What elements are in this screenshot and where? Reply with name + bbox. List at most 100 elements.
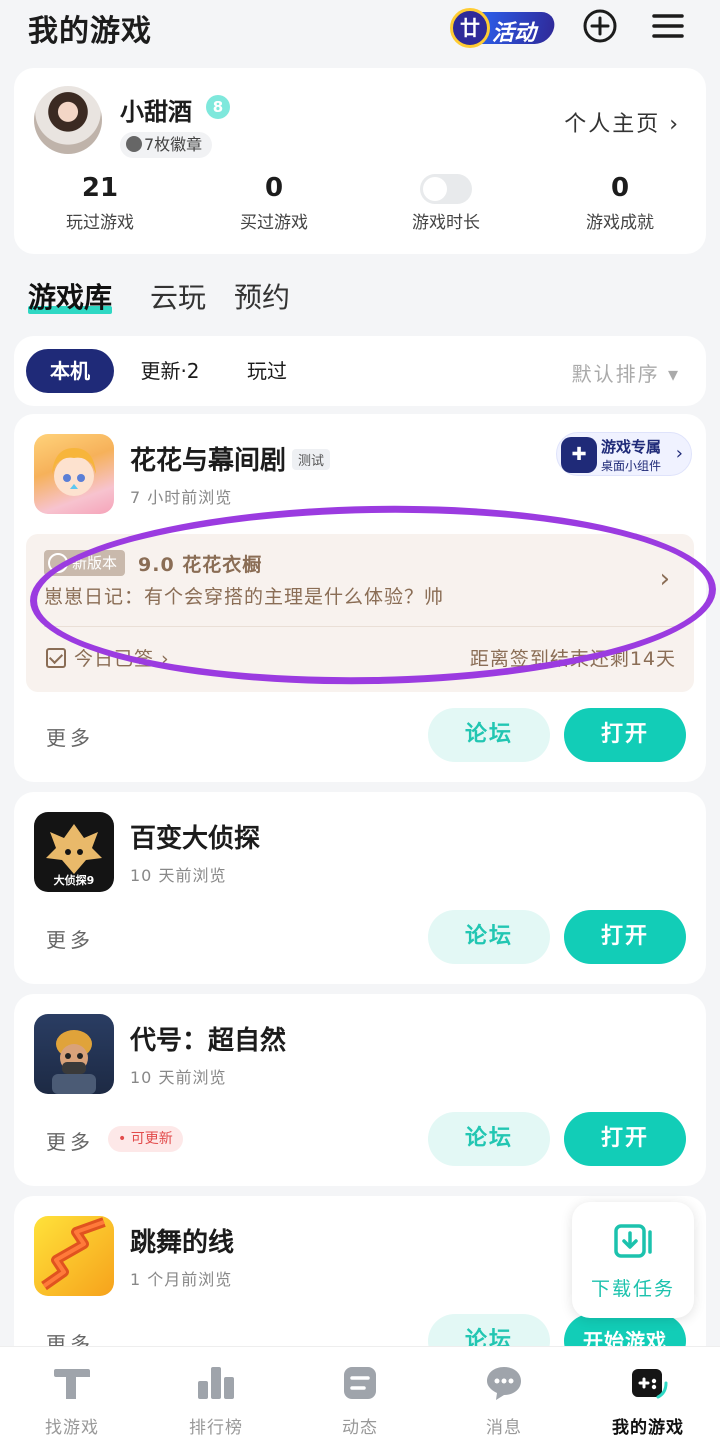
game-name[interactable]: 花花与幕间剧 测试 <box>130 440 331 477</box>
game-icon[interactable]: 大侦探9 <box>34 812 114 892</box>
add-icon[interactable] <box>582 8 618 44</box>
update-available-badge: • 可更新 <box>108 1126 183 1152</box>
activity-button[interactable]: 廿 活动 <box>450 4 558 48</box>
filter-bar: 本机 更新·2 玩过 默认排序 ▾ <box>14 336 706 406</box>
last-viewed: 10 天前浏览 <box>130 866 227 885</box>
tab-reservations[interactable]: 预约 <box>234 276 290 316</box>
activity-icon: 廿 <box>450 8 490 48</box>
clock-icon <box>48 553 68 573</box>
forum-button[interactable]: 论坛 <box>428 1112 550 1166</box>
download-tasks-button[interactable]: 下载任务 <box>572 1202 694 1318</box>
game-title: 花花与幕间剧 <box>130 446 287 476</box>
desktop-widget-button[interactable]: ✚ 游戏专属 桌面小组件 › <box>556 432 692 476</box>
signin-label: 今日已签 › <box>74 648 170 670</box>
stat-label: 买过游戏 <box>240 213 308 233</box>
game-icon[interactable] <box>34 434 114 514</box>
game-title[interactable]: 百变大侦探 <box>130 818 260 855</box>
medals-label: 7枚徽章 <box>144 135 203 154</box>
open-button[interactable]: 打开 <box>564 708 686 762</box>
stat-achievements[interactable]: 0 游戏成就 <box>540 172 700 233</box>
more-button[interactable]: 更多 <box>46 722 94 751</box>
more-button[interactable]: 更多 <box>46 924 94 953</box>
stat-label: 游戏时长 <box>412 213 480 233</box>
game-card: 花花与幕间剧 测试 7 小时前浏览 ✚ 游戏专属 桌面小组件 › 新版本 9.0 … <box>14 414 706 782</box>
tab-game-library[interactable]: 游戏库 <box>28 276 113 316</box>
nav-label: 找游戏 <box>45 1418 99 1438</box>
game-title[interactable]: 跳舞的线 <box>130 1222 234 1259</box>
gamepad-icon: ✚ <box>561 437 597 473</box>
news-title: 9.0 花花衣橱 <box>138 554 263 576</box>
nav-label: 动态 <box>342 1418 378 1438</box>
feed-icon <box>344 1367 376 1399</box>
nav-ranking[interactable]: 排行榜 <box>144 1347 288 1448</box>
stat-playtime[interactable]: 游戏时长 <box>366 172 526 233</box>
nav-label: 我的游戏 <box>612 1418 684 1438</box>
profile-home-link[interactable]: 个人主页 › <box>564 106 680 138</box>
filter-local[interactable]: 本机 <box>26 349 114 393</box>
medal-icon <box>126 136 142 152</box>
playtime-toggle-wrap <box>366 172 526 204</box>
menu-icon[interactable] <box>650 8 686 44</box>
signin-remaining: 距离签到结束还剩14天 <box>469 648 676 670</box>
avatar[interactable] <box>34 86 102 154</box>
nav-find-game[interactable]: 找游戏 <box>0 1347 144 1448</box>
level-badge: 8 <box>206 95 230 119</box>
game-icon[interactable] <box>34 1014 114 1094</box>
last-viewed: 10 天前浏览 <box>130 1068 227 1087</box>
playtime-toggle[interactable] <box>420 174 472 204</box>
nav-my-games[interactable]: 我的游戏 <box>576 1347 720 1448</box>
stat-label: 游戏成就 <box>586 213 654 233</box>
forum-button[interactable]: 论坛 <box>428 708 550 762</box>
divider <box>44 626 676 627</box>
test-tag: 测试 <box>292 449 331 470</box>
icon-caption: 大侦探9 <box>53 874 95 887</box>
dancing-line-icon <box>41 1217 106 1291</box>
game-card: 大侦探9 百变大侦探 10 天前浏览 更多 论坛 打开 <box>14 792 706 984</box>
new-version-label: 新版本 <box>72 554 118 572</box>
forum-button[interactable]: 论坛 <box>428 910 550 964</box>
nav-feed[interactable]: 动态 <box>288 1347 432 1448</box>
signin-link[interactable]: 今日已签 › <box>46 644 170 671</box>
chevron-right-icon: › <box>659 564 670 594</box>
filter-played[interactable]: 玩过 <box>226 349 308 393</box>
ranking-icon <box>198 1367 234 1399</box>
medals-button[interactable]: 7枚徽章 <box>120 132 213 158</box>
tab-cloud-play[interactable]: 云玩 <box>150 276 206 316</box>
new-version-tag: 新版本 <box>44 550 126 576</box>
game-title[interactable]: 代号：超自然 <box>130 1020 286 1057</box>
toggle-knob <box>423 177 447 201</box>
find-game-icon <box>54 1369 90 1399</box>
filter-updates[interactable]: 更新·2 <box>126 349 214 393</box>
game-icon[interactable] <box>34 1216 114 1296</box>
nav-label: 排行榜 <box>189 1418 243 1438</box>
message-icon <box>487 1367 521 1400</box>
last-viewed: 7 小时前浏览 <box>130 488 233 507</box>
widget-title: 游戏专属 <box>601 438 662 456</box>
news-box[interactable]: 新版本 9.0 花花衣橱 崽崽日记：有个会穿搭的主理是什么体验？帅 › 今日已签… <box>26 534 694 692</box>
masked-figure-icon <box>52 1030 96 1094</box>
open-button[interactable]: 打开 <box>564 1112 686 1166</box>
profile-card: 小甜酒 8 7枚徽章 个人主页 › 21 玩过游戏 0 买过游戏 游戏时长 0 … <box>14 68 706 254</box>
last-viewed: 1 个月前浏览 <box>130 1270 233 1289</box>
news-description: 崽崽日记：有个会穿搭的主理是什么体验？帅 <box>44 586 445 608</box>
username[interactable]: 小甜酒 <box>120 92 192 127</box>
nav-label: 消息 <box>486 1418 522 1438</box>
stat-bought[interactable]: 0 买过游戏 <box>194 172 354 233</box>
more-button[interactable]: 更多 <box>46 1126 94 1155</box>
checkbox-icon <box>46 648 66 668</box>
stat-value: 0 <box>264 173 284 203</box>
open-button[interactable]: 打开 <box>564 910 686 964</box>
download-icon <box>614 1224 652 1258</box>
top-bar: 我的游戏 廿 活动 <box>0 0 720 56</box>
page-title: 我的游戏 <box>28 14 152 49</box>
bottom-nav: 找游戏 排行榜 动态 消息 我的游戏 <box>0 1346 720 1448</box>
my-games-icon <box>632 1369 668 1399</box>
sort-dropdown[interactable]: 默认排序 ▾ <box>572 358 680 387</box>
stat-value: 0 <box>610 173 630 203</box>
download-tasks-label: 下载任务 <box>590 1278 675 1300</box>
stat-played[interactable]: 21 玩过游戏 <box>20 172 180 233</box>
widget-subtitle: 桌面小组件 <box>601 459 662 473</box>
nav-messages[interactable]: 消息 <box>432 1347 576 1448</box>
game-card: 代号：超自然 10 天前浏览 更多 • 可更新 论坛 打开 <box>14 994 706 1186</box>
chevron-right-icon: › <box>675 443 683 464</box>
